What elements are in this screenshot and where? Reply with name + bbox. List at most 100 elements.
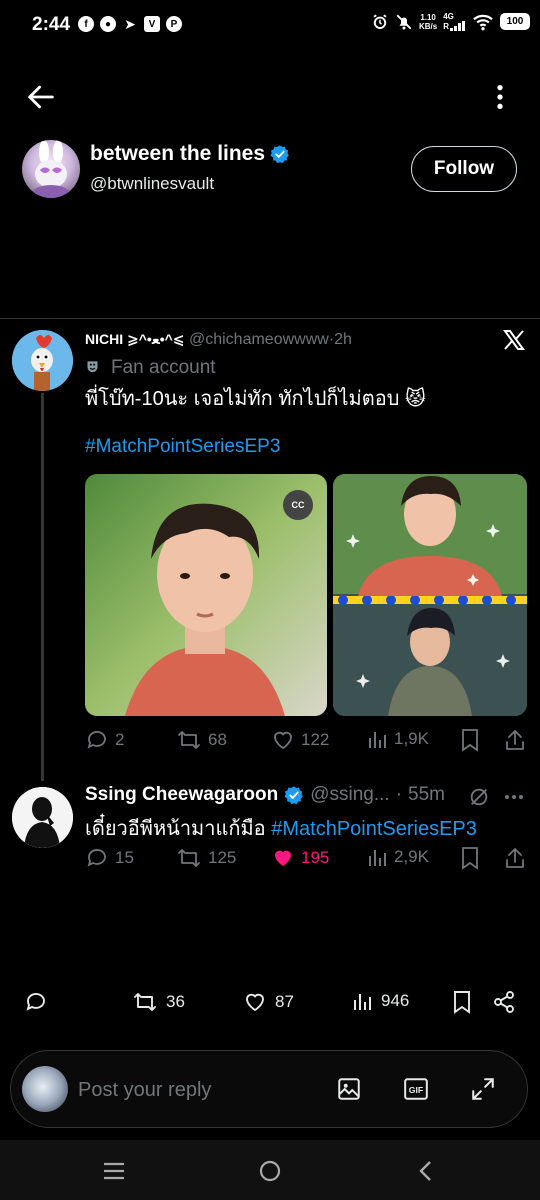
expand-composer-button[interactable] [470,1076,496,1102]
silhouette-avatar-icon [12,787,73,848]
more-vertical-icon [497,85,503,109]
user-handle[interactable]: @btwnlinesvault [90,174,214,194]
rooster-avatar-icon [12,330,73,391]
heart-filled-icon [275,850,291,866]
more-options-button[interactable] [484,80,516,114]
thread-connector [41,393,44,781]
cc-badge[interactable]: CC [283,490,313,520]
image-attach-button[interactable] [336,1076,362,1102]
author-name: Ssing Cheewagaroon [85,784,279,805]
wifi-icon [473,14,493,30]
bookmark-action[interactable] [460,728,480,752]
heart-icon [274,731,292,750]
author-handle: @chichameowwww [188,331,329,348]
notification-icons: f ● ➤ V P [78,16,182,32]
tweet-photo-1[interactable]: CC [85,474,327,716]
tweet-time: 55m [408,784,445,805]
signal-icon [450,21,465,31]
back-nav-button[interactable] [416,1159,436,1183]
display-name[interactable]: between the lines [90,142,290,166]
pinterest-icon: P [166,16,182,32]
views-action[interactable]: 946 [353,990,409,1012]
home-button[interactable] [258,1159,282,1183]
reply-action[interactable]: 15 [85,846,134,870]
vpn-icon: V [144,16,160,32]
home-circle-icon [259,1160,281,1182]
avatar[interactable] [22,140,80,198]
messenger-icon: ● [100,16,116,32]
repost-action[interactable]: 68 [176,728,227,752]
network-speed: 1.10 KB/s [418,12,438,31]
tweet-text: พี่โบ๊ท-10นะ เจอไม่ทัก ทักไปก็ไม่ตอบ 😾 [85,388,426,410]
avatar[interactable] [22,1066,68,1112]
follow-button[interactable]: Follow [411,146,517,192]
reply-action[interactable] [24,990,48,1014]
avatar[interactable] [12,787,73,848]
hashtag-link[interactable]: #MatchPointSeriesEP3 [271,818,477,840]
status-time: 2:44 [32,14,71,35]
mute-bell-icon [396,14,412,29]
share-icon [506,848,524,868]
reply-action[interactable]: 2 [85,728,124,752]
bookmark-icon [454,991,470,1014]
battery-indicator: 100 [500,13,530,30]
bookmark-icon [462,729,478,752]
meta-separator: · [395,784,403,805]
like-action[interactable]: 195 [271,846,329,870]
fan-account-label: Fan account [85,357,216,379]
repost-action[interactable]: 125 [176,846,236,870]
expand-icon [472,1078,494,1100]
theater-mask-icon [87,361,98,373]
photo-collage-2 [333,474,527,716]
like-action[interactable]: 87 [243,990,294,1014]
reply-text: เดี๋ยวอีพีหน้ามาแก้มือ #MatchPointSeries… [85,818,477,840]
share-action[interactable] [492,990,516,1014]
reply-icon [87,731,106,749]
like-action[interactable]: 122 [271,728,329,752]
tweet-author-line[interactable]: NICHI ⩾^•ﻌ•^⩽ @chichameowwww·2h [85,331,352,349]
repost-icon [178,849,200,867]
verified-badge-icon [284,786,304,805]
repost-action[interactable]: 36 [132,990,185,1014]
svg-text:GIF: GIF [409,1085,423,1095]
gif-button[interactable]: GIF [403,1076,429,1102]
share-icon [506,730,524,750]
bunny-avatar-icon [31,140,71,198]
hashtag-link[interactable]: #MatchPointSeriesEP3 [85,436,280,458]
back-button[interactable] [24,80,58,114]
tweet-time: 2h [334,331,352,348]
repost-icon [178,731,200,749]
x-logo-icon[interactable] [502,328,526,352]
views-action[interactable]: 2,9K [368,846,429,868]
verified-badge-icon [270,145,289,164]
more-horizontal-icon[interactable] [502,786,526,808]
status-bar: 2:44 f ● ➤ V P 1.10 KB/s 4G R 100 [0,0,540,48]
image-icon [338,1078,360,1100]
facebook-icon: f [78,16,94,32]
repost-icon [134,993,156,1011]
views-chart-icon [354,994,371,1010]
grok-icon[interactable] [468,786,490,808]
telegram-icon: ➤ [124,15,136,32]
share-action[interactable] [504,846,526,870]
network-type: 4G R [443,12,466,31]
views-chart-icon [369,850,386,866]
author-name: NICHI ⩾^•ﻌ•^⩽ [85,331,185,347]
reply-input[interactable] [78,1074,318,1106]
views-action[interactable]: 1,9K [368,728,429,750]
reply-author-line[interactable]: Ssing Cheewagaroon @ssing... · 55m [85,784,445,806]
arrow-left-icon [28,85,54,109]
avatar[interactable] [12,330,73,391]
bookmark-action[interactable] [460,846,480,870]
recents-button[interactable] [102,1160,126,1182]
share-action[interactable] [504,728,526,752]
bookmark-action[interactable] [452,990,472,1014]
views-chart-icon [369,732,386,748]
chevron-left-icon [419,1161,431,1181]
bookmark-icon [462,847,478,870]
tweet-photo-2[interactable] [333,474,527,716]
menu-icon [104,1162,124,1180]
system-indicators: 1.10 KB/s 4G R 100 [371,12,530,31]
author-handle: @ssing... [310,784,390,805]
reply-icon [87,849,106,867]
